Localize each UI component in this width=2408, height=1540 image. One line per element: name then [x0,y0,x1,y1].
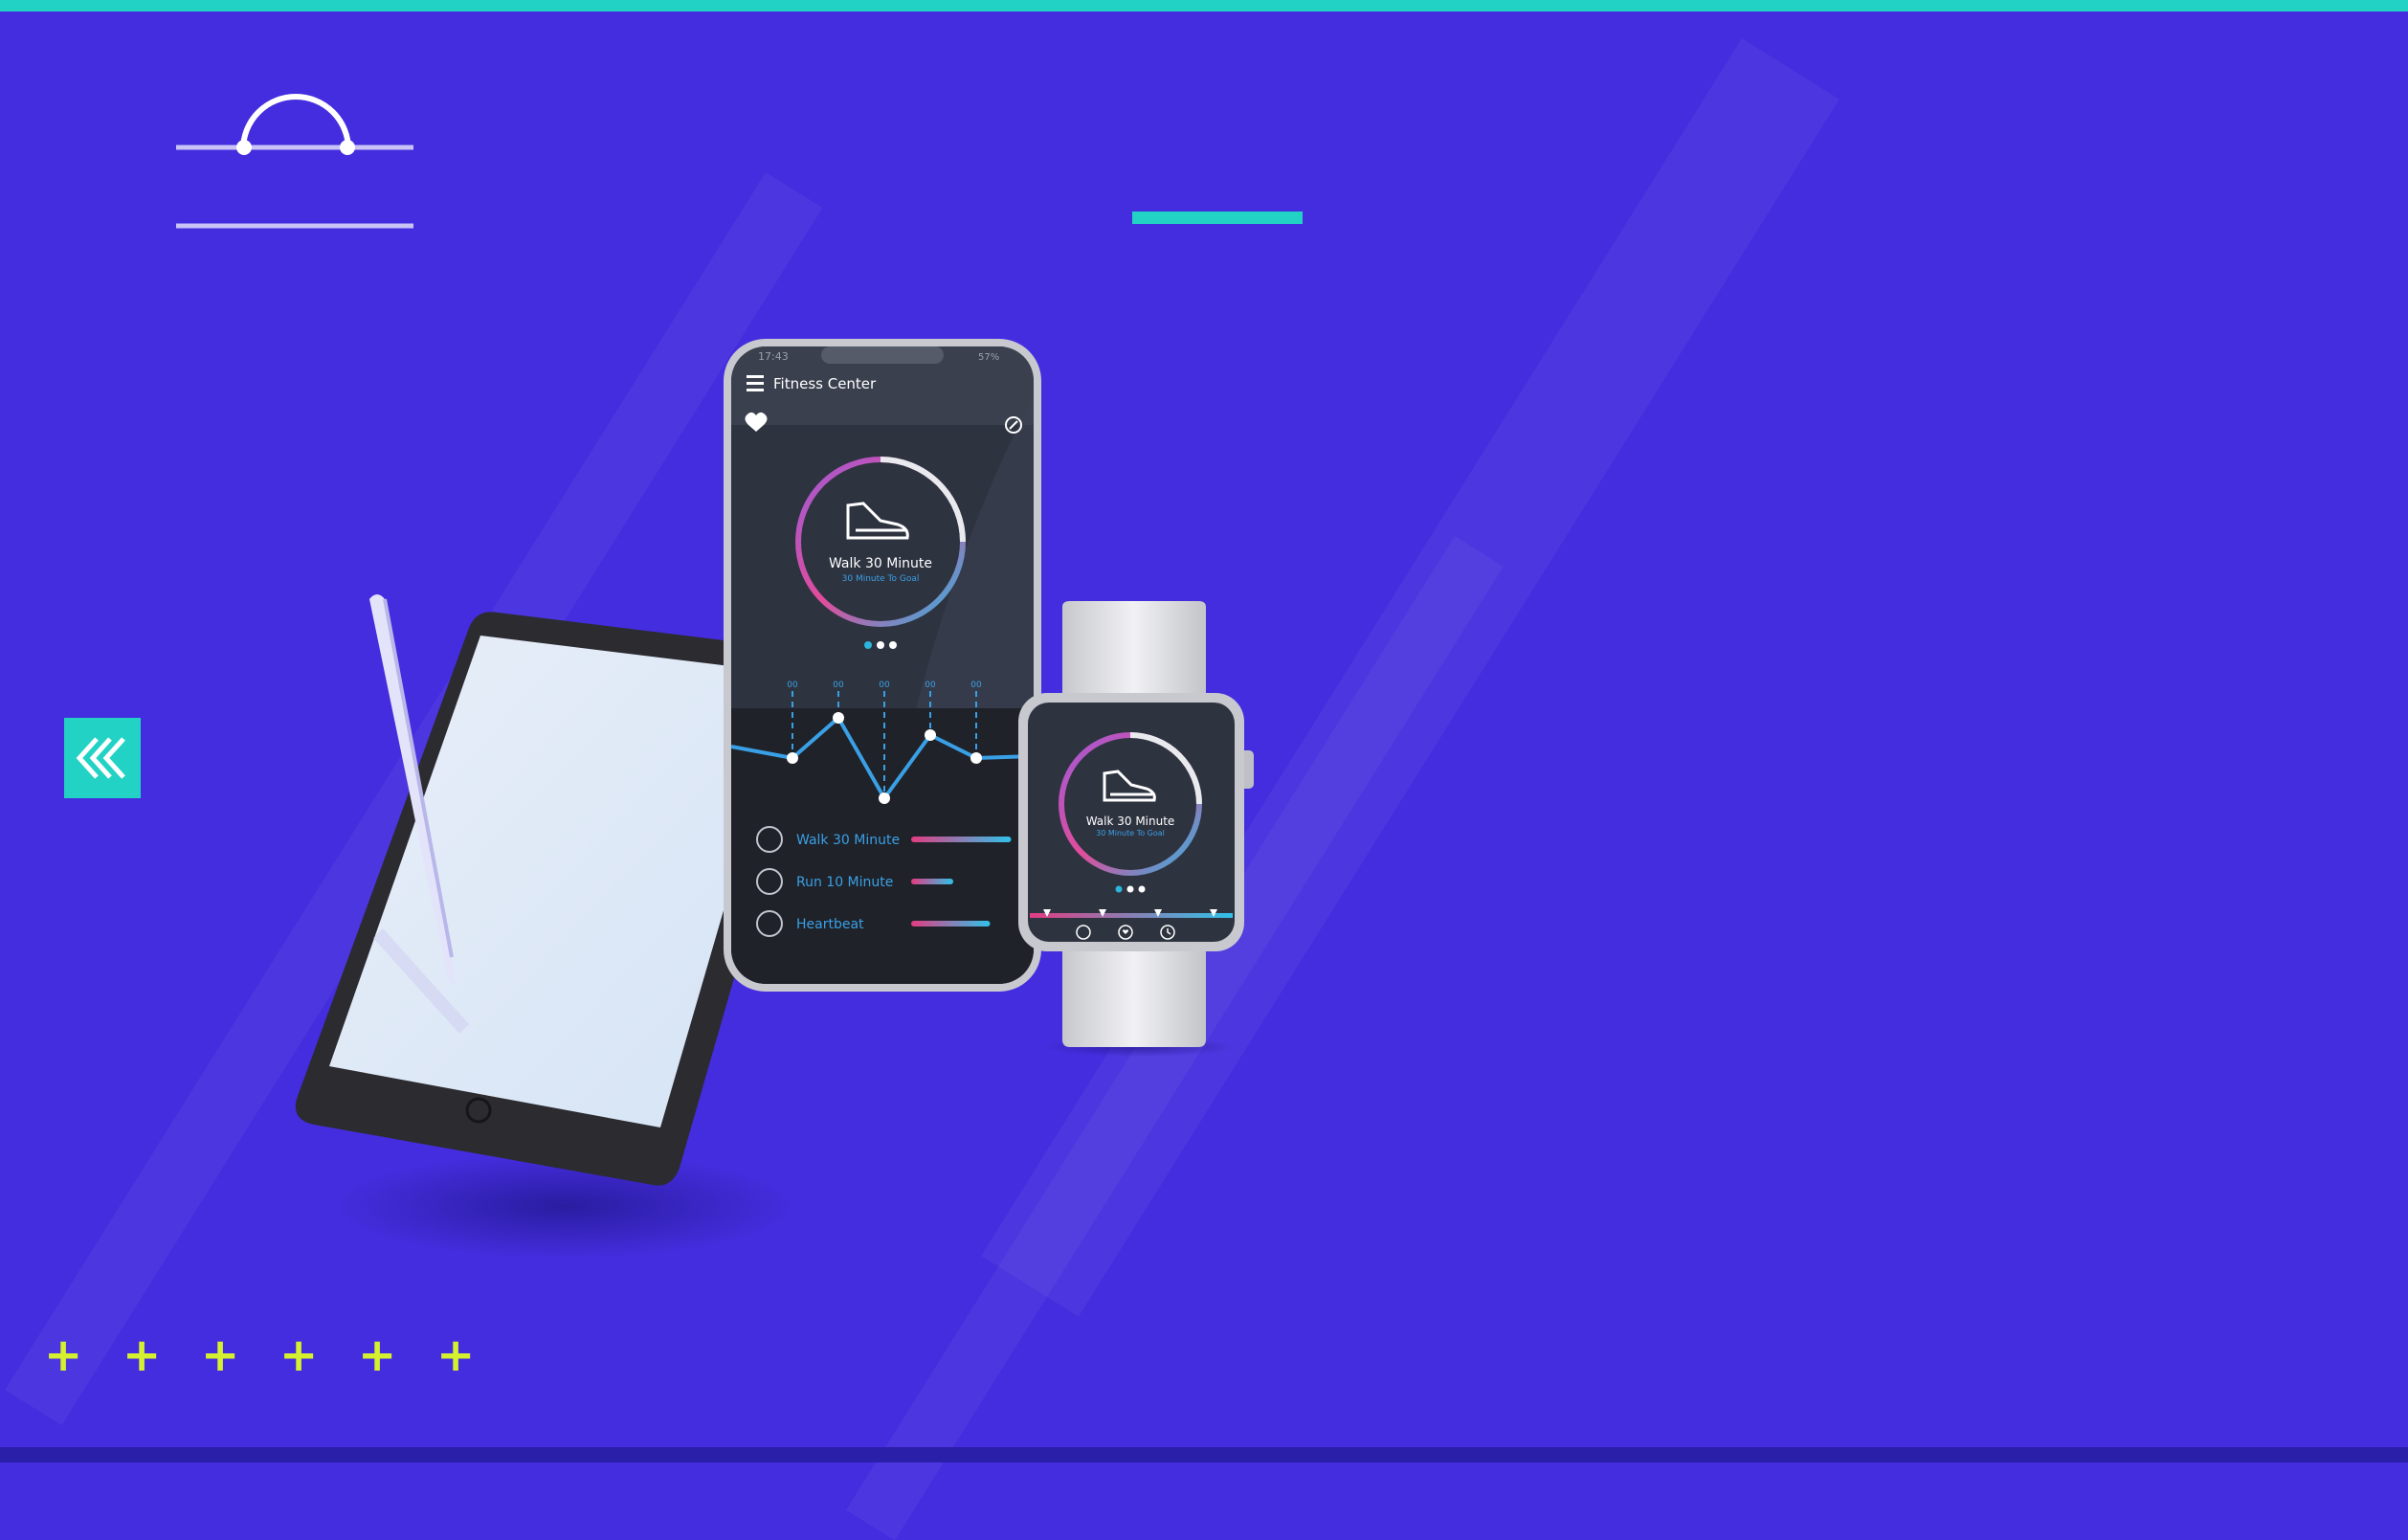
app-title: Fitness Center [773,375,877,392]
decorative-plus-row: + + + + + + [44,1328,476,1382]
plus-icon: + [279,1328,319,1382]
plus-icon: + [201,1328,240,1382]
phone-mockup: 17:43 57% Fitness Center Walk 30 Minute … [724,339,1041,992]
watch-goal-subtitle: 30 Minute To Goal [1096,829,1165,837]
activity-progress-bar [911,921,991,926]
activity-label: Run 10 Minute [796,875,893,890]
brand-logo [176,94,413,229]
back-button[interactable] [64,718,141,798]
chart-label: 00 [925,681,936,690]
watch-pager-dots[interactable] [1115,885,1146,893]
chart-point [970,752,982,764]
title-underline [1132,212,1303,224]
chart-label: 00 [879,681,890,690]
plus-icon: + [44,1328,83,1382]
activity-progress-bar [911,879,953,884]
chart-point [833,712,844,724]
activity-label: Walk 30 Minute [796,833,900,848]
activity-label: Heartbeat [796,917,864,932]
status-time: 17:43 [758,350,789,363]
hamburger-menu-icon[interactable] [747,375,764,391]
chart-point [879,792,890,804]
plus-icon: + [436,1328,476,1382]
goal-subtitle: 30 Minute To Goal [842,574,920,584]
hero-banner: 17:43 57% Fitness Center Walk 30 Minute … [0,0,2408,1540]
bottom-bar [0,1447,2408,1462]
chart-label: 00 [787,681,798,690]
pager-dots[interactable] [864,641,897,649]
double-chevron-left-icon [76,737,125,779]
chart-point [925,729,936,741]
chart-label: 00 [833,681,844,690]
plus-icon: + [358,1328,397,1382]
status-battery: 57% [978,352,999,363]
watch-goal-title: Walk 30 Minute [1086,815,1175,828]
activity-progress-bar [911,837,1012,842]
top-accent-bar [0,0,2408,11]
goal-title: Walk 30 Minute [829,556,932,571]
plus-icon: + [123,1328,162,1382]
smartwatch-mockup: Walk 30 Minute 30 Minute To Goal [1018,601,1254,1057]
chart-label: 00 [970,681,982,690]
chart-point [787,752,798,764]
